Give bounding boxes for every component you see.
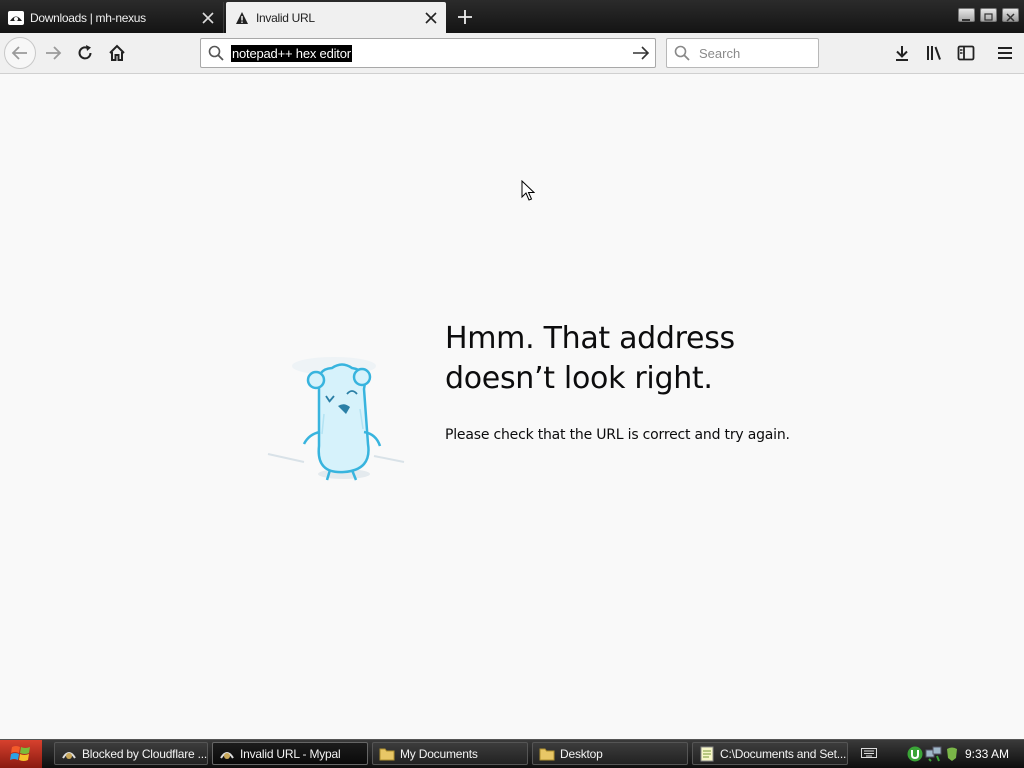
tab-title: Invalid URL	[256, 10, 315, 25]
forward-arrow-icon	[46, 46, 62, 60]
taskbar-item-mypal[interactable]: Invalid URL - Mypal	[212, 742, 368, 765]
browser-icon	[61, 746, 77, 762]
reload-icon	[78, 45, 92, 60]
windows-taskbar: Blocked by Cloudflare ... Invalid URL - …	[0, 739, 1024, 768]
minimize-button[interactable]	[958, 8, 975, 22]
start-button[interactable]	[0, 740, 42, 768]
home-button[interactable]	[102, 38, 132, 68]
mh-nexus-favicon-icon	[8, 10, 24, 26]
search-icon	[201, 45, 231, 61]
taskbar-item-desktop[interactable]: Desktop	[532, 742, 688, 765]
folder-icon	[379, 746, 395, 762]
hamburger-menu-icon	[998, 47, 1012, 59]
notepad-icon	[699, 746, 715, 762]
taskbar-item-notepad[interactable]: C:\Documents and Set...	[692, 742, 848, 765]
system-tray: 9:33 AM	[857, 740, 1024, 768]
new-tab-button[interactable]	[452, 4, 478, 30]
close-tab-icon[interactable]	[420, 7, 442, 29]
clock[interactable]: 9:33 AM	[965, 747, 1009, 761]
restore-button[interactable]	[980, 8, 997, 22]
sidebar-button[interactable]	[952, 39, 980, 67]
error-heading-line1: Hmm. That address	[445, 321, 735, 356]
taskbar-item-label: C:\Documents and Set...	[720, 746, 847, 761]
windows-logo-icon	[10, 746, 30, 761]
utorrent-icon[interactable]	[907, 746, 923, 765]
warning-icon	[234, 10, 250, 26]
security-icon[interactable]	[945, 746, 959, 765]
error-heading-line2: doesn’t look right.	[445, 361, 713, 396]
search-icon	[667, 45, 697, 61]
tab-invalid-url[interactable]: Invalid URL	[226, 2, 446, 33]
close-window-button[interactable]	[1002, 8, 1019, 22]
forward-button[interactable]	[38, 38, 68, 68]
reload-button[interactable]	[70, 38, 100, 68]
taskbar-item-label: My Documents	[400, 746, 478, 761]
taskbar-item-label: Blocked by Cloudflare ...	[82, 746, 208, 761]
tab-title: Downloads | mh-nexus	[30, 10, 146, 25]
taskbar-item-my-documents[interactable]: My Documents	[372, 742, 528, 765]
taskbar-item-label: Invalid URL - Mypal	[240, 746, 341, 761]
tab-strip: Downloads | mh-nexus Invalid URL	[0, 0, 1024, 33]
confused-critter-illustration	[264, 344, 414, 484]
url-bar[interactable]: notepad++ hex editor	[200, 38, 656, 68]
plus-icon	[458, 10, 472, 24]
browser-icon	[219, 746, 235, 762]
url-text: notepad++ hex editor	[231, 44, 352, 62]
close-tab-icon[interactable]	[197, 7, 219, 29]
library-button[interactable]	[920, 39, 948, 67]
keyboard-icon[interactable]	[861, 747, 877, 762]
folder-icon	[539, 746, 555, 762]
download-icon	[896, 46, 908, 61]
error-description: Please check that the URL is correct and…	[445, 427, 790, 443]
error-page: Hmm. That address doesn’t look right. Pl…	[0, 74, 1024, 739]
back-arrow-icon	[11, 46, 27, 60]
library-icon	[927, 46, 941, 60]
navigation-toolbar: notepad++ hex editor	[0, 33, 1024, 74]
search-input[interactable]	[697, 44, 811, 62]
taskbar-item-cloudflare[interactable]: Blocked by Cloudflare ...	[54, 742, 208, 765]
sidebar-icon	[957, 45, 975, 61]
go-arrow-icon[interactable]	[627, 45, 655, 61]
menu-button[interactable]	[991, 39, 1019, 67]
downloads-button[interactable]	[888, 39, 916, 67]
search-bar[interactable]	[666, 38, 819, 68]
error-heading: Hmm. That address doesn’t look right.	[445, 319, 825, 399]
tab-downloads[interactable]: Downloads | mh-nexus	[0, 2, 224, 33]
url-input[interactable]: notepad++ hex editor	[231, 44, 627, 62]
back-button[interactable]	[4, 37, 36, 69]
taskbar-item-label: Desktop	[560, 746, 603, 761]
network-icon[interactable]	[925, 746, 943, 765]
mouse-cursor-icon	[521, 179, 536, 206]
home-icon	[109, 44, 125, 61]
